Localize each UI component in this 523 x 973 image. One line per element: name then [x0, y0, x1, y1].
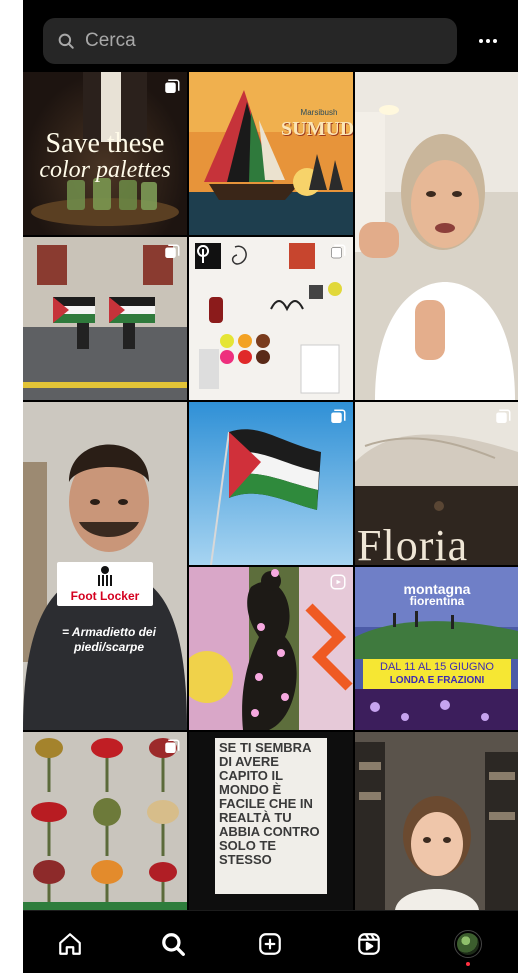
- nav-create[interactable]: [255, 929, 285, 959]
- post-title: montagna fiorentina: [355, 582, 518, 608]
- more-options-button[interactable]: [468, 28, 508, 54]
- post-thumbnail: [23, 738, 187, 910]
- post-thumbnail: [195, 243, 342, 394]
- explore-post-flag-sky[interactable]: [189, 402, 353, 565]
- foot-locker-wordmark: Foot Locker: [70, 589, 140, 603]
- carousel-icon: [165, 79, 180, 93]
- carousel-icon: [496, 409, 511, 423]
- top-bar: Cerca: [23, 18, 518, 72]
- referee-icon: [98, 566, 112, 586]
- post-thumbnail: [355, 72, 518, 400]
- event-location: LONDA E FRAZIONI: [389, 675, 485, 686]
- event-dates: DAL 11 AL 15 GIUGNO: [380, 661, 494, 673]
- post-title-line: Save these: [45, 128, 165, 159]
- notification-dot: [466, 962, 470, 966]
- home-icon: [59, 933, 81, 955]
- search-icon: [162, 933, 185, 956]
- explore-post-montagna-fiorentina[interactable]: montagna fiorentina DAL 11 AL 15 GIUGNO …: [355, 567, 518, 730]
- create-icon: [259, 933, 281, 955]
- explore-reel-illustration[interactable]: [189, 567, 353, 730]
- app-screen: Cerca Save these color palettes Marsibus…: [23, 0, 518, 973]
- carousel-icon: [165, 739, 180, 753]
- explore-reel-foot-locker[interactable]: Foot Locker = Armadietto dei piedi/scarp…: [23, 402, 187, 730]
- carousel-icon: [165, 244, 180, 258]
- post-title: Floria: [357, 521, 469, 565]
- post-thumbnail: [189, 72, 353, 235]
- carousel-icon: [331, 244, 346, 259]
- nav-search[interactable]: [158, 929, 188, 959]
- explore-post-floria[interactable]: Floria: [355, 402, 518, 565]
- poem-text: SE TI SEMBRA DI AVERE CAPITO IL MONDO È …: [215, 738, 327, 894]
- post-thumbnail: [355, 732, 518, 910]
- nav-profile[interactable]: [453, 929, 483, 966]
- explore-post-typography-poem[interactable]: SE TI SEMBRA DI AVERE CAPITO IL MONDO È …: [189, 732, 353, 910]
- post-title-line: color palettes: [39, 157, 171, 183]
- reels-icon: [330, 574, 346, 590]
- search-placeholder: Cerca: [85, 30, 136, 51]
- explore-post-flowers[interactable]: [23, 732, 187, 910]
- explore-post-design-board[interactable]: [189, 237, 353, 400]
- post-thumbnail: [189, 567, 353, 730]
- post-subtitle: Marsibush: [300, 108, 338, 117]
- explore-grid: Save these color palettes Marsibush SUMU…: [23, 72, 518, 910]
- nav-home[interactable]: [55, 929, 85, 959]
- post-title: SUMUD: [281, 118, 353, 140]
- more-icon-dot: [486, 39, 490, 43]
- reels-icon: [358, 933, 380, 955]
- more-icon-dot: [479, 39, 483, 43]
- explore-post-sumud[interactable]: Marsibush SUMUD: [189, 72, 353, 235]
- post-title-line: fiorentina: [409, 594, 465, 608]
- profile-avatar: [454, 930, 482, 958]
- search-icon: [58, 33, 74, 49]
- bottom-navigation: [23, 910, 518, 973]
- explore-reel-girl[interactable]: [355, 732, 518, 910]
- post-thumbnail: [23, 237, 187, 400]
- nav-reels[interactable]: [354, 929, 384, 959]
- post-thumbnail: [210, 429, 321, 565]
- explore-reel-woman-talking[interactable]: [355, 72, 518, 400]
- carousel-icon: [331, 409, 346, 423]
- reel-caption: = Armadietto dei piedi/scarpe: [62, 625, 156, 654]
- search-input[interactable]: Cerca: [43, 18, 457, 64]
- event-dates-banner: DAL 11 AL 15 GIUGNO LONDA E FRAZIONI: [363, 659, 511, 689]
- more-icon-dot: [493, 39, 497, 43]
- explore-post-flags-protest[interactable]: [23, 237, 187, 400]
- foot-locker-logo: Foot Locker: [57, 562, 153, 606]
- explore-post-color-palettes[interactable]: Save these color palettes: [23, 72, 187, 235]
